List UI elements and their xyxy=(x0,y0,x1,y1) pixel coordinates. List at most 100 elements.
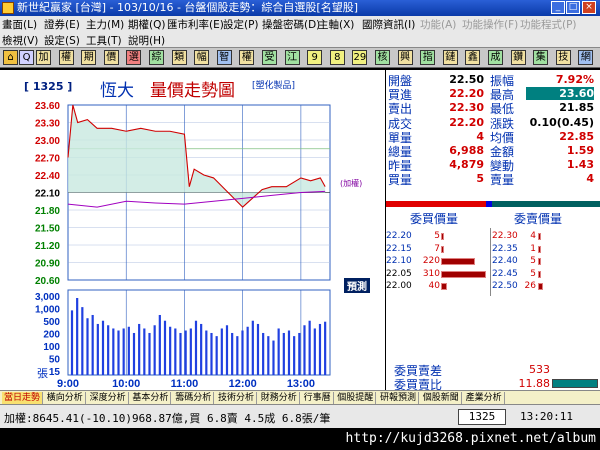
toolbar-button[interactable]: 價 xyxy=(103,50,119,65)
buy-qty: 220 xyxy=(422,256,440,266)
tab-0[interactable]: 當日走勢 xyxy=(2,392,44,404)
toolbar-button[interactable]: 幅 xyxy=(194,50,210,65)
quote-value: 22.50 xyxy=(449,73,484,86)
menu-item[interactable]: 設定(P) xyxy=(223,17,259,32)
menu-item[interactable]: 功能程式(P) xyxy=(520,17,577,32)
quote-value: 22.20 xyxy=(449,115,484,129)
menu-item[interactable]: 期權(Q) xyxy=(128,17,165,32)
toolbar-button[interactable]: 江 xyxy=(284,50,300,65)
toolbar-button[interactable]: 8 xyxy=(329,50,345,65)
toolbar-button[interactable]: 網 xyxy=(578,50,594,65)
price-tick-label: 22.70 xyxy=(35,154,60,165)
toolbar-button[interactable]: 綜 xyxy=(149,50,164,65)
toolbar-button[interactable]: 智 xyxy=(216,50,232,65)
menu-item[interactable]: 主力(M) xyxy=(86,17,124,32)
price-tick-label: 23.60 xyxy=(35,101,60,112)
volume-tick-label: 3,000 xyxy=(35,292,60,303)
menu-item[interactable]: 設定(S) xyxy=(44,33,80,48)
toolbar-button[interactable]: 29 xyxy=(352,50,368,65)
toolbar-button[interactable]: 期 xyxy=(81,50,97,65)
minimize-button[interactable]: _ xyxy=(551,1,565,14)
quote-value: 21.85 xyxy=(559,101,594,115)
tab-8[interactable]: 個股提醒 xyxy=(335,392,377,404)
price-tick-label: 23.30 xyxy=(35,119,60,130)
toolbar-button[interactable]: 9 xyxy=(307,50,323,65)
index-status: 加權:8645.41(-10.10)968.87億,買 6.8賣 4.5成 6.… xyxy=(4,412,331,425)
tab-1[interactable]: 橫向分析 xyxy=(45,392,86,404)
menu-item[interactable]: 畫面(L) xyxy=(2,17,37,32)
toolbar-button[interactable]: 鑽 xyxy=(510,50,526,65)
chart-panel: [ 1325 ] 恆大 量價走勢圖 [塑化製品] 23.60 23.30 23.00… xyxy=(0,70,385,390)
toolbar-button[interactable]: 成 xyxy=(488,50,503,65)
buy-price: 22.05 xyxy=(386,268,412,279)
sell-qty: 5 xyxy=(530,268,536,279)
menu-item[interactable]: 操盤密碼(D) xyxy=(262,17,320,32)
quote-label: 買量 xyxy=(388,173,413,188)
buy-sell-strip xyxy=(386,201,486,207)
maximize-button[interactable]: □ xyxy=(566,1,580,14)
tab-5[interactable]: 技術分析 xyxy=(216,392,258,404)
home-icon[interactable]: ⌂ xyxy=(3,50,18,65)
menu-item[interactable]: 國際資訊(I) xyxy=(362,17,415,32)
price-tick-label: 22.40 xyxy=(35,171,60,182)
toolbar-button[interactable]: 權 xyxy=(58,50,74,65)
search-icon[interactable]: Q xyxy=(19,50,34,65)
time-tick-label: 11:00 xyxy=(171,378,199,390)
tab-2[interactable]: 深度分析 xyxy=(88,392,129,404)
menu-item[interactable]: 功能操作(F) xyxy=(462,17,518,32)
price-tick-label: 20.60 xyxy=(35,276,60,287)
price-volume-chart[interactable]: 23.60 23.30 23.00 22.70 22.40 22.10 21.80 21.50… xyxy=(0,70,385,390)
toolbar-button[interactable]: 受 xyxy=(262,50,277,65)
tab-6[interactable]: 財務分析 xyxy=(259,392,300,404)
menu-item[interactable]: 工具(T) xyxy=(86,33,122,48)
menu-item[interactable]: 主軸(X) xyxy=(318,17,354,32)
sell-qty: 4 xyxy=(530,231,536,241)
toolbar: ⌂ Q 加權期價選綜類幅智權受江 9 8 29 核興指鏈鑫成鑽集技網 xyxy=(0,48,600,68)
sell-price: 22.45 xyxy=(492,268,518,279)
price-tick-label: 21.80 xyxy=(35,206,60,217)
volume-tick-label: 500 xyxy=(43,317,60,328)
tab-7[interactable]: 行事曆 xyxy=(302,392,334,404)
buy-sell-strip xyxy=(492,201,600,207)
time-tick-label: 12:00 xyxy=(229,378,257,390)
menu-item[interactable]: 說明(H) xyxy=(128,33,165,48)
tab-bar: 當日走勢 橫向分析 深度分析 基本分析 籌碼分析 技術分析 財務分析 行事曆 個股提醒 研報預測個… xyxy=(0,390,600,404)
toolbar-button[interactable]: 技 xyxy=(555,50,571,65)
forecast-button[interactable]: 預測 xyxy=(344,278,370,293)
toolbar-button[interactable]: 類 xyxy=(171,50,187,65)
tab-4[interactable]: 籌碼分析 xyxy=(173,392,215,404)
sell-qty: 26 xyxy=(524,281,536,291)
tab-10[interactable]: 個股新聞 xyxy=(421,392,462,404)
close-button[interactable]: × xyxy=(582,1,596,14)
toolbar-button[interactable]: 指 xyxy=(420,50,436,65)
price-tick-label: 22.10 xyxy=(35,189,60,200)
quote-value: 5 xyxy=(476,172,484,186)
toolbar-button[interactable]: 興 xyxy=(397,50,413,65)
buy-price: 22.20 xyxy=(386,231,412,241)
title-bar: 新世紀贏家 [台灣] - 103/10/16 - 台盤個股走勢：綜合自選股[名望… xyxy=(0,0,600,16)
stock-code-input[interactable]: 1325 xyxy=(458,409,506,425)
menu-item[interactable]: 功能(A) xyxy=(420,17,456,32)
toolbar-button[interactable]: 核 xyxy=(375,50,390,65)
toolbar-button[interactable]: 鏈 xyxy=(442,50,458,65)
time-tick-label: 13:00 xyxy=(287,378,315,390)
toolbar-button[interactable]: 權 xyxy=(239,50,255,65)
time-tick-label: 9:00 xyxy=(57,378,79,390)
menu-item[interactable]: 匯市利率(E) xyxy=(167,17,224,32)
tab-9[interactable]: 研報預測 xyxy=(378,392,420,404)
menu-item[interactable]: 證券(E) xyxy=(44,17,80,32)
tab-11[interactable]: 產業分析 xyxy=(464,392,505,404)
sell-qty-bar xyxy=(538,283,544,290)
toolbar-button[interactable]: 鑫 xyxy=(465,50,481,65)
toolbar-button[interactable]: 集 xyxy=(533,50,549,65)
toolbar-button[interactable]: 選 xyxy=(126,50,142,65)
volume-tick-label: 15 xyxy=(49,367,61,378)
buy-qty: 40 xyxy=(428,281,440,291)
book-divider xyxy=(490,228,491,296)
buy-qty-bar xyxy=(441,283,447,290)
toolbar-button[interactable]: 加 xyxy=(36,50,51,65)
menu-item[interactable]: 檢視(V) xyxy=(2,33,38,48)
tab-3[interactable]: 基本分析 xyxy=(130,392,172,404)
buy-qty-bar xyxy=(441,258,475,265)
buy-price: 22.00 xyxy=(386,281,412,291)
